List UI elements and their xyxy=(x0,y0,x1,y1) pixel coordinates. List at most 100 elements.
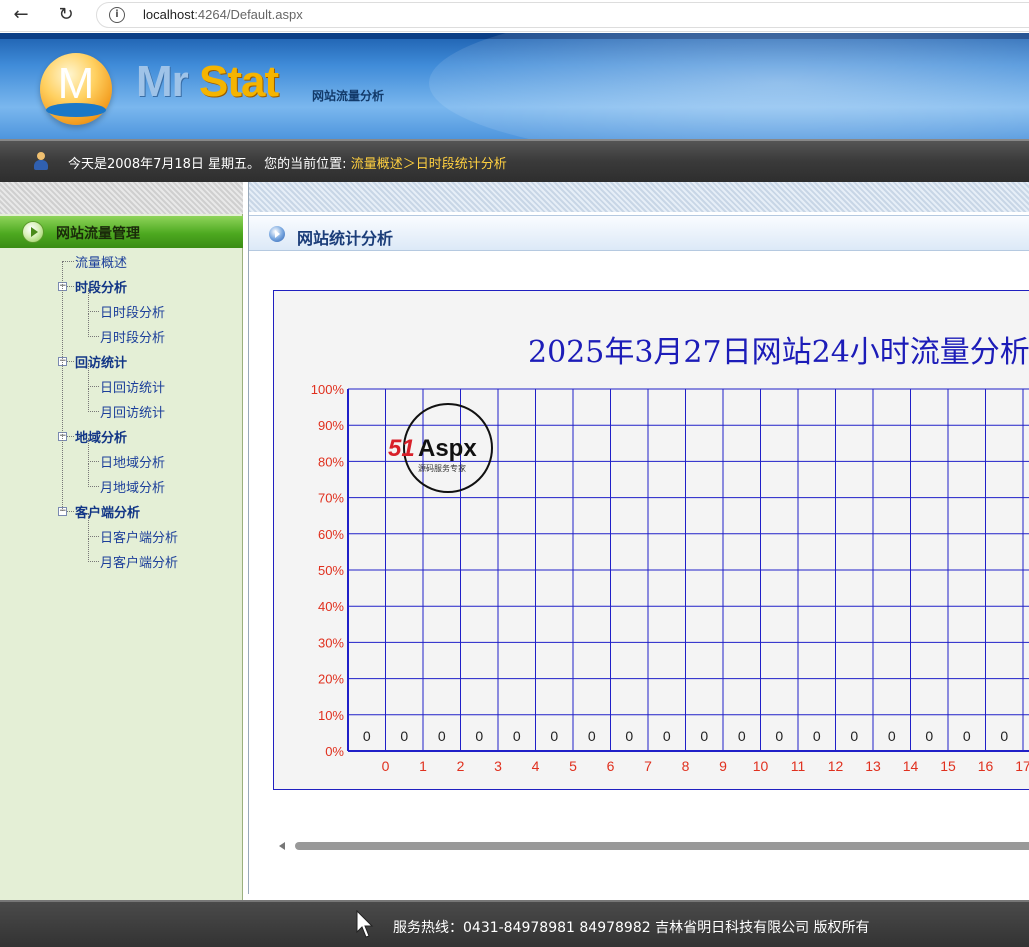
y-tick-label: 20% xyxy=(318,672,344,687)
user-icon xyxy=(33,152,49,172)
header-banner: M Mr Stat 网站流量分析 xyxy=(0,33,1029,139)
brand-stat: Stat xyxy=(199,57,279,106)
x-tick-label: 5 xyxy=(569,758,577,774)
y-tick-label: 10% xyxy=(318,708,344,723)
tree-connector xyxy=(88,313,89,337)
logo-wave xyxy=(46,103,106,117)
tree-connector xyxy=(67,286,74,287)
x-tick-label: 2 xyxy=(457,758,465,774)
url-path: :4264/Default.aspx xyxy=(194,7,303,22)
logo-icon: M xyxy=(40,53,112,125)
chart-container: 100% 90% 80% 70% 60% 50% 40% 30% 20% 10% 0% 012345… xyxy=(273,290,1029,790)
x-tick-label: 0 xyxy=(382,758,390,774)
play-circle-icon xyxy=(269,226,285,242)
bar-value-label: 0 xyxy=(1000,728,1008,744)
info-bar: 今天是2008年7月18日 星期五。 您的当前位置: 流量概述＞日时段统计分析 xyxy=(0,139,1029,182)
tree-connector xyxy=(62,261,74,262)
tree-connector xyxy=(88,363,89,387)
reload-icon[interactable]: ↻ xyxy=(54,4,78,26)
footer: 服务热线：0431-84978981 84978982 吉林省明日科技有限公司 … xyxy=(0,900,1029,947)
section-title: 网站统计分析 xyxy=(297,229,394,248)
tree-connector xyxy=(88,311,99,312)
tree-leaf[interactable]: 日地域分析 xyxy=(100,452,165,471)
y-tick-label: 40% xyxy=(318,599,344,614)
y-tick-label: 80% xyxy=(318,454,344,469)
tree-connector xyxy=(88,461,99,462)
sidebar-header: 网站流量管理 xyxy=(0,216,243,248)
tree-connector xyxy=(88,438,89,462)
tree-leaf[interactable]: 月地域分析 xyxy=(100,477,165,496)
address-bar[interactable]: i localhost:4264/Default.aspx xyxy=(96,2,1029,28)
bar-value-label: 0 xyxy=(738,728,746,744)
sidebar-title: 网站流量管理 xyxy=(56,226,140,242)
x-tick-label: 1 xyxy=(419,758,427,774)
tree-connector xyxy=(88,388,89,412)
watermark-51: 51 xyxy=(388,435,415,462)
tree-connector xyxy=(67,361,74,362)
tree-leaf[interactable]: 月回访统计 xyxy=(100,402,165,421)
tree-group[interactable]: 地域分析 xyxy=(75,427,127,446)
tree-leaf[interactable]: 日时段分析 xyxy=(100,302,165,321)
bar-value-label: 0 xyxy=(775,728,783,744)
tree-connector xyxy=(88,561,99,562)
bar-value-label: 0 xyxy=(888,728,896,744)
main-top-pattern xyxy=(249,182,1029,212)
x-tick-label: 12 xyxy=(828,758,844,774)
bar-value-label: 0 xyxy=(438,728,446,744)
tree-group[interactable]: 时段分析 xyxy=(75,277,127,296)
tree-leaf[interactable]: 流量概述 xyxy=(75,252,127,271)
tree-leaf[interactable]: 日回访统计 xyxy=(100,377,165,396)
tree-connector xyxy=(88,513,89,537)
tree-connector xyxy=(88,336,99,337)
x-tick-label: 9 xyxy=(719,758,727,774)
bar-value-label: 0 xyxy=(363,728,371,744)
x-tick-label: 10 xyxy=(753,758,769,774)
chart-y-ticks: 100% 90% 80% 70% 60% 50% 40% 30% 20% 10% 0% xyxy=(311,382,345,759)
x-tick-label: 7 xyxy=(644,758,652,774)
scrollbar-thumb[interactable] xyxy=(295,842,1029,850)
bar-value-label: 0 xyxy=(813,728,821,744)
logo-letter: M xyxy=(57,59,95,108)
site-info-icon[interactable]: i xyxy=(109,7,125,23)
tree-connector xyxy=(88,538,89,562)
tree-group[interactable]: 回访统计 xyxy=(75,352,127,371)
y-tick-label: 90% xyxy=(318,418,344,433)
sidebar: 网站流量管理 流量概述 时段分析 − 日时段分析 月时段分析 回访统计 − 日回访统计 月回访统… xyxy=(0,182,243,900)
bar-value-label: 0 xyxy=(700,728,708,744)
browser-toolbar: ← ↻ i localhost:4264/Default.aspx xyxy=(0,0,1029,32)
tree-leaf[interactable]: 日客户端分析 xyxy=(100,527,178,546)
tree-connector xyxy=(88,411,99,412)
banner-glow xyxy=(429,33,1029,139)
bar-value-label: 0 xyxy=(475,728,483,744)
y-tick-label: 50% xyxy=(318,563,344,578)
url-host: localhost xyxy=(143,7,195,22)
tree-connector xyxy=(88,386,99,387)
x-tick-label: 14 xyxy=(903,758,919,774)
tree-leaf[interactable]: 月时段分析 xyxy=(100,327,165,346)
tree-group[interactable]: 客户端分析 xyxy=(75,502,140,521)
x-tick-label: 13 xyxy=(865,758,881,774)
x-tick-label: 16 xyxy=(978,758,994,774)
horizontal-scrollbar[interactable] xyxy=(279,841,1029,851)
breadcrumb: 流量概述＞日时段统计分析 xyxy=(350,157,507,172)
y-tick-label: 70% xyxy=(318,491,344,506)
tree-connector xyxy=(67,436,74,437)
back-arrow-icon[interactable]: ← xyxy=(9,4,33,26)
bar-value-label: 0 xyxy=(400,728,408,744)
y-tick-label: 30% xyxy=(318,635,344,650)
bar-value-label: 0 xyxy=(663,728,671,744)
watermark-sub: 源码服务专家 xyxy=(418,463,466,473)
main-header: 网站统计分析 xyxy=(249,215,1029,251)
url-text: localhost:4264/Default.aspx xyxy=(143,7,303,22)
tree-connector xyxy=(67,511,74,512)
scroll-left-arrow-icon[interactable] xyxy=(279,842,285,850)
chart-x-ticks: 0 1 2 3 4 5 6 7 8 9 10 11 12 13 14 15 16 17 xyxy=(382,758,1029,774)
main-panel: 网站统计分析 100% 90% 80% 70% 60% 50% 40% 30% 20% 10% 0%… xyxy=(248,182,1029,894)
y-tick-label: 60% xyxy=(318,527,344,542)
tree-leaf[interactable]: 月客户端分析 xyxy=(100,552,178,571)
date-text: 今天是2008年7月18日 星期五。 您的当前位置: xyxy=(68,157,351,172)
sidebar-top-pattern xyxy=(0,182,243,214)
x-tick-label: 3 xyxy=(494,758,502,774)
watermark-logo: 51 Aspx 源码服务专家 xyxy=(388,403,493,493)
y-tick-label: 100% xyxy=(311,382,345,397)
